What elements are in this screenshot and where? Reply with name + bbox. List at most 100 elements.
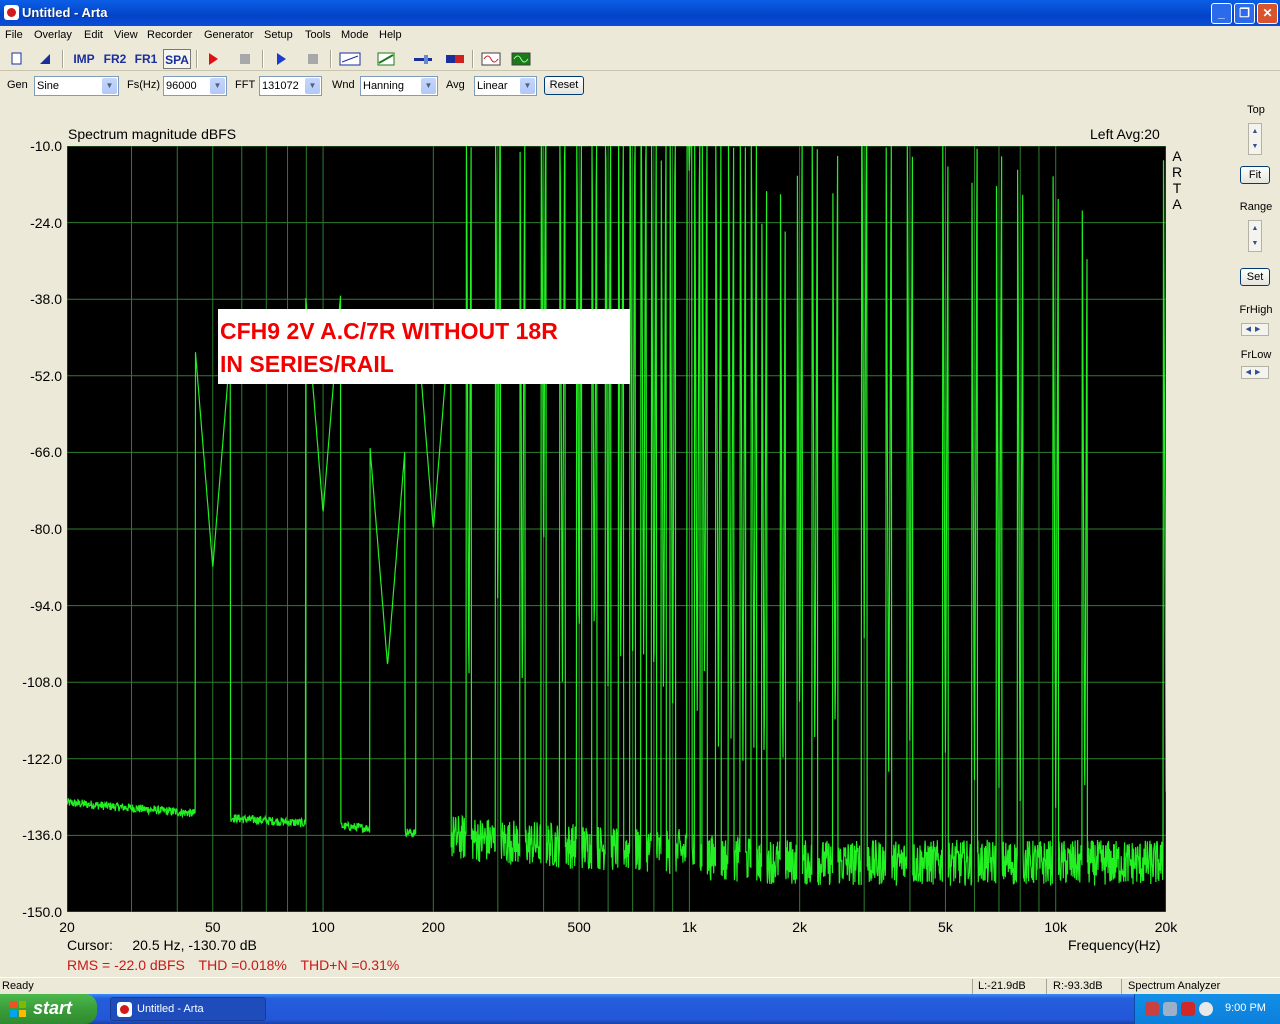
window-type-select[interactable]: Hanning ▼ <box>360 76 438 96</box>
arta-app-icon <box>117 1002 132 1017</box>
y-tick-label: -150.0 <box>22 904 62 920</box>
fft-size-select[interactable]: 131072 ▼ <box>259 76 322 96</box>
y-tick-label: -52.0 <box>30 367 62 384</box>
close-button[interactable]: ✕ <box>1257 3 1278 24</box>
slider-icon[interactable] <box>412 49 434 69</box>
right-control-panel: Top ▲ ▼ Fit Range ▲ ▼ Set FrHigh ◀▶ FrLow … <box>1232 99 1280 977</box>
frhigh-label: FrHigh <box>1239 304 1273 316</box>
menu-help[interactable]: Help <box>379 29 402 41</box>
range-spinner[interactable]: ▲ ▼ <box>1248 220 1262 252</box>
menu-generator[interactable]: Generator <box>204 29 254 41</box>
chevron-down-icon[interactable]: ▼ <box>421 78 436 94</box>
scale-icon[interactable] <box>376 49 396 69</box>
new-document-icon[interactable] <box>8 49 26 69</box>
avg-label: Avg <box>446 79 465 91</box>
arta-app-icon[interactable] <box>4 5 19 20</box>
color-icon[interactable] <box>444 49 466 69</box>
status-mode: Spectrum Analyzer <box>1128 980 1221 992</box>
signal-icon[interactable] <box>480 49 502 69</box>
restore-button[interactable]: ❐ <box>1234 3 1255 24</box>
menu-edit[interactable]: Edit <box>84 29 103 41</box>
menu-file[interactable]: File <box>5 29 23 41</box>
x-tick-label: 20k <box>1154 919 1178 935</box>
x-tick-label: 50 <box>204 919 221 935</box>
fs-label: Fs(Hz) <box>127 79 160 91</box>
range-label: Range <box>1239 201 1273 213</box>
security-shield-icon[interactable] <box>1181 1002 1195 1016</box>
spectrum-plot[interactable] <box>67 146 1166 912</box>
toolbar-separator <box>196 50 198 68</box>
frhigh-spinner[interactable]: ◀▶ <box>1241 323 1269 336</box>
record-play-icon[interactable] <box>204 49 222 69</box>
generator-icon[interactable] <box>510 49 532 69</box>
annotation-line-2: IN SERIES/RAIL <box>220 351 394 377</box>
x-tick-label: 500 <box>567 919 591 935</box>
fr1-mode-button[interactable]: FR1 <box>132 49 160 69</box>
chevron-down-icon[interactable]: ▼ <box>210 78 225 94</box>
chevron-down-icon[interactable]: ▼ <box>305 78 320 94</box>
network-icon[interactable] <box>1145 1002 1159 1016</box>
averaging-value: Linear <box>477 80 508 92</box>
top-spinner[interactable]: ▲ ▼ <box>1248 123 1262 155</box>
cursor-label: Cursor: <box>67 937 113 953</box>
x-tick-label: 20 <box>59 919 75 935</box>
toolbar-separator <box>62 50 64 68</box>
reset-button[interactable]: Reset <box>544 76 584 95</box>
fr2-mode-button[interactable]: FR2 <box>101 49 129 69</box>
status-divider <box>1121 979 1122 994</box>
control-bar: Gen Sine ▼ Fs(Hz) 96000 ▼ FFT 131072 ▼ W… <box>0 73 1280 99</box>
stop-icon[interactable] <box>304 49 322 69</box>
set-button[interactable]: Set <box>1240 268 1270 286</box>
antivirus-icon[interactable] <box>1199 1002 1213 1016</box>
y-tick-label: -122.0 <box>22 750 62 767</box>
x-tick-label: 1k <box>681 919 697 935</box>
chevron-down-icon[interactable]: ▼ <box>102 78 117 94</box>
menu-tools[interactable]: Tools <box>305 29 331 41</box>
menu-overlay[interactable]: Overlay <box>34 29 72 41</box>
status-bar: Ready L:-21.9dB R:-93.3dB Spectrum Analy… <box>0 977 1280 994</box>
annotation-box[interactable]: CFH9 2V A.C/7R WITHOUT 18R IN SERIES/RAI… <box>218 309 630 384</box>
rms-readout: RMS = -22.0 dBFS <box>67 957 185 973</box>
fft-size-value: 131072 <box>262 80 299 92</box>
menu-mode[interactable]: Mode <box>341 29 369 41</box>
taskbar-item-label: Untitled - Arta <box>137 1003 204 1015</box>
menu-setup[interactable]: Setup <box>264 29 293 41</box>
abc-icon[interactable] <box>338 49 362 69</box>
title-bar[interactable]: Untitled - Arta _ ❐ ✕ <box>0 0 1280 26</box>
start-button[interactable]: start <box>0 994 97 1024</box>
system-tray: 9:00 PM <box>1134 994 1280 1024</box>
open-icon[interactable] <box>36 49 54 69</box>
window-type-value: Hanning <box>363 80 404 92</box>
status-ready: Ready <box>2 980 34 992</box>
minimize-button[interactable]: _ <box>1211 3 1232 24</box>
generator-value: Sine <box>37 80 60 92</box>
record-stop-icon[interactable] <box>236 49 254 69</box>
sample-rate-select[interactable]: 96000 ▼ <box>163 76 227 96</box>
averaging-select[interactable]: Linear ▼ <box>474 76 537 96</box>
volume-icon[interactable] <box>1163 1002 1177 1016</box>
fft-label: FFT <box>235 79 256 91</box>
impulse-mode-button[interactable]: IMP <box>70 49 98 69</box>
start-label: start <box>33 998 73 1018</box>
menu-view[interactable]: View <box>114 29 138 41</box>
x-tick-label: 5k <box>938 919 953 935</box>
frlow-spinner[interactable]: ◀▶ <box>1241 366 1269 379</box>
y-tick-label: -38.0 <box>30 291 62 308</box>
taskbar-item-arta[interactable]: Untitled - Arta <box>110 997 266 1021</box>
y-tick-label: -80.0 <box>30 521 62 537</box>
x-tick-label: 10k <box>1044 919 1068 935</box>
fit-button[interactable]: Fit <box>1240 166 1270 184</box>
menu-recorder[interactable]: Recorder <box>147 29 192 41</box>
y-tick-label: -10.0 <box>30 138 62 154</box>
status-divider <box>972 979 973 994</box>
channel-average-label: Left Avg:20 <box>1090 126 1160 142</box>
top-label: Top <box>1247 104 1265 116</box>
arta-vertical-logo: ARTA <box>1171 148 1183 212</box>
spectrum-mode-button[interactable]: SPA <box>163 49 191 69</box>
play-icon[interactable] <box>272 49 290 69</box>
toolbar: IMP FR2 FR1 SPA <box>0 47 1280 71</box>
chevron-down-icon[interactable]: ▼ <box>520 78 535 94</box>
x-tick-label: 100 <box>311 919 335 935</box>
y-tick-label: -108.0 <box>22 674 62 691</box>
generator-select[interactable]: Sine ▼ <box>34 76 119 96</box>
